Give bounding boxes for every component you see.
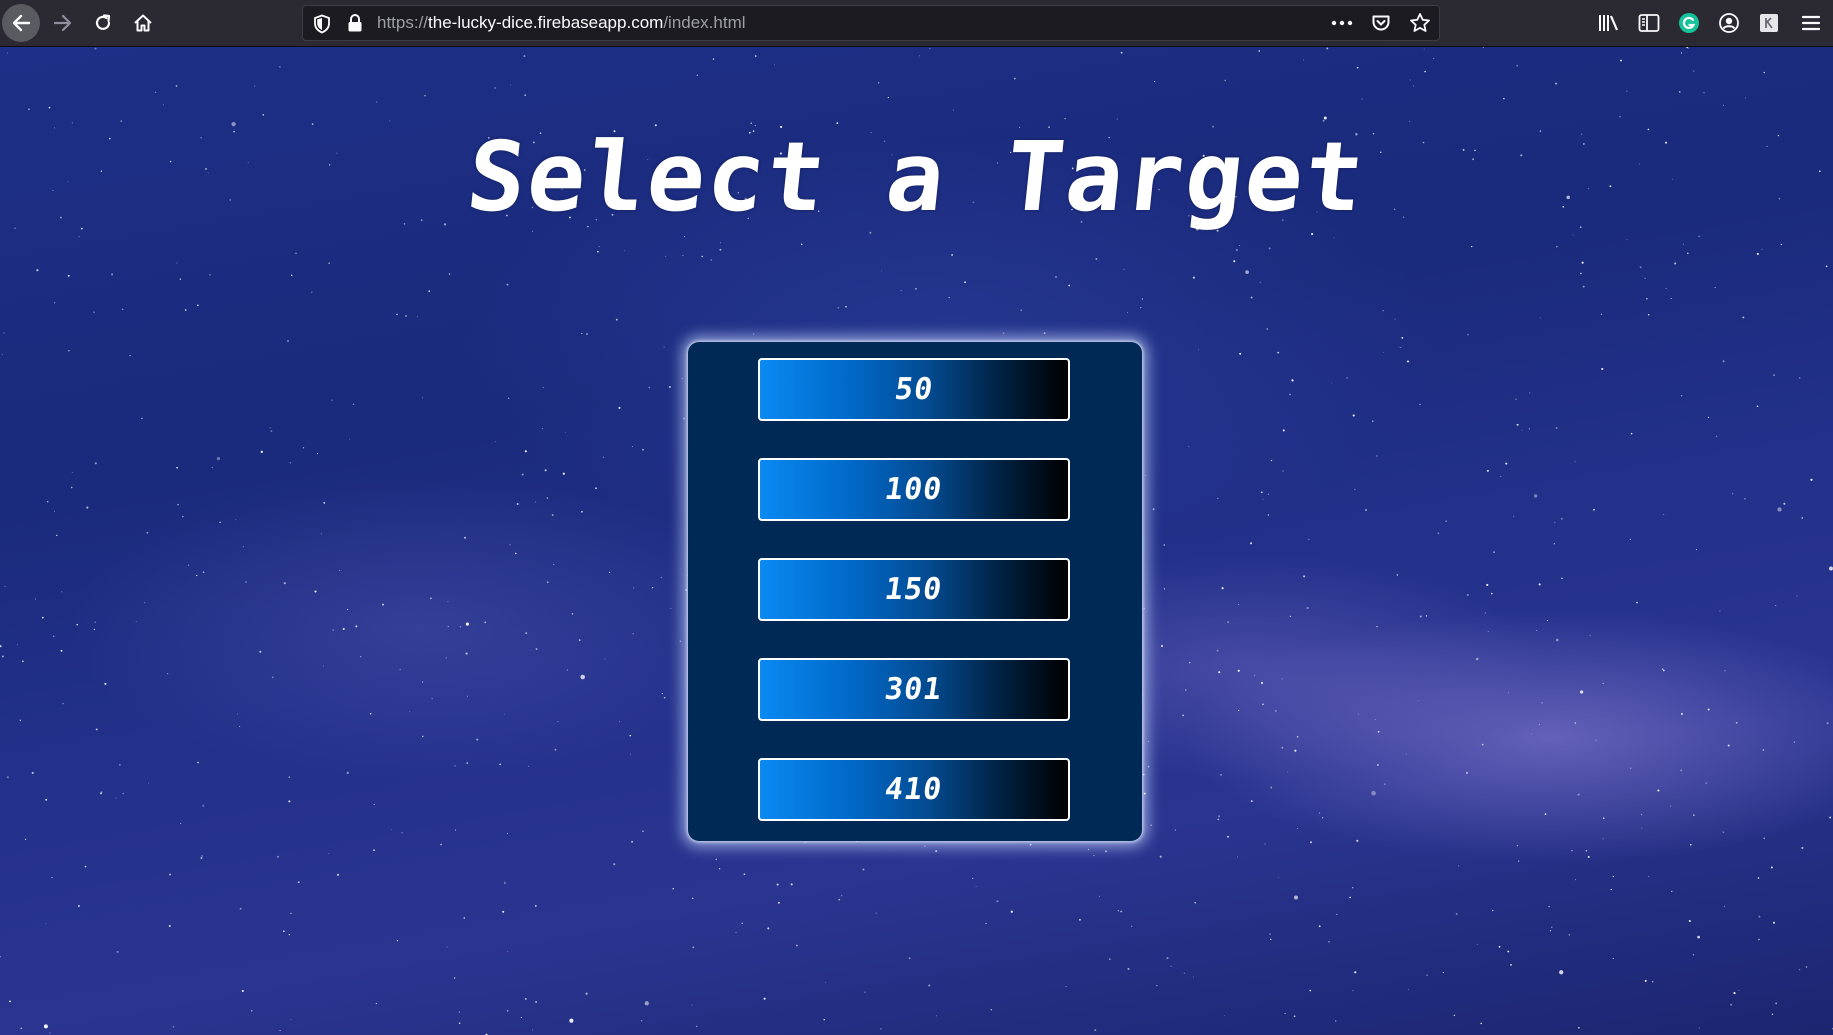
star-icon[interactable]: [1409, 12, 1431, 34]
lock-icon[interactable]: [347, 13, 363, 37]
target-panel: 50 100 150 301 410: [688, 342, 1142, 841]
home-button[interactable]: [124, 4, 162, 42]
account-button[interactable]: [1709, 0, 1749, 46]
target-label: 301: [882, 672, 946, 707]
library-icon: [1599, 15, 1619, 31]
sidebar-button[interactable]: [1629, 0, 1669, 46]
forward-arrow-icon: [53, 14, 72, 32]
pocket-icon[interactable]: [1371, 13, 1391, 33]
url-scheme: https://: [377, 13, 429, 32]
sidebar-icon: [1638, 14, 1660, 32]
extension-button[interactable]: [1749, 0, 1789, 46]
target-label: 410: [882, 772, 946, 807]
shield-icon[interactable]: [313, 14, 331, 38]
back-arrow-icon: [12, 14, 31, 32]
more-dots-icon[interactable]: [1331, 20, 1353, 26]
account-icon: [1719, 13, 1739, 33]
page-title: Select a Target: [462, 121, 1371, 233]
page-viewport: Select a Target 50 100 150 301 410: [0, 47, 1833, 1035]
target-button-100[interactable]: 100: [758, 458, 1070, 521]
target-button-150[interactable]: 150: [758, 558, 1070, 621]
reload-icon: [95, 14, 111, 30]
back-button[interactable]: [2, 4, 40, 42]
url-host: the-lucky-dice.firebaseapp.com: [428, 13, 664, 32]
target-button-50[interactable]: 50: [758, 358, 1070, 421]
grammarly-button[interactable]: [1669, 0, 1709, 46]
hamburger-menu-icon: [1801, 15, 1821, 31]
home-icon: [134, 14, 152, 32]
extension-icon: [1760, 14, 1778, 32]
browser-toolbar: https://the-lucky-dice.firebaseapp.com/i…: [0, 0, 1833, 47]
target-button-301[interactable]: 301: [758, 658, 1070, 721]
forward-button[interactable]: [44, 4, 82, 42]
grammarly-icon: [1679, 13, 1699, 33]
url-text[interactable]: https://the-lucky-dice.firebaseapp.com/i…: [377, 6, 746, 40]
target-label: 50: [892, 372, 936, 407]
target-button-410[interactable]: 410: [758, 758, 1070, 821]
reload-button[interactable]: [84, 4, 122, 42]
library-button[interactable]: [1589, 0, 1629, 46]
target-label: 150: [882, 572, 946, 607]
url-path: /index.html: [663, 13, 746, 32]
menu-button[interactable]: [1789, 0, 1833, 46]
address-bar[interactable]: https://the-lucky-dice.firebaseapp.com/i…: [302, 5, 1440, 41]
target-label: 100: [882, 472, 946, 507]
